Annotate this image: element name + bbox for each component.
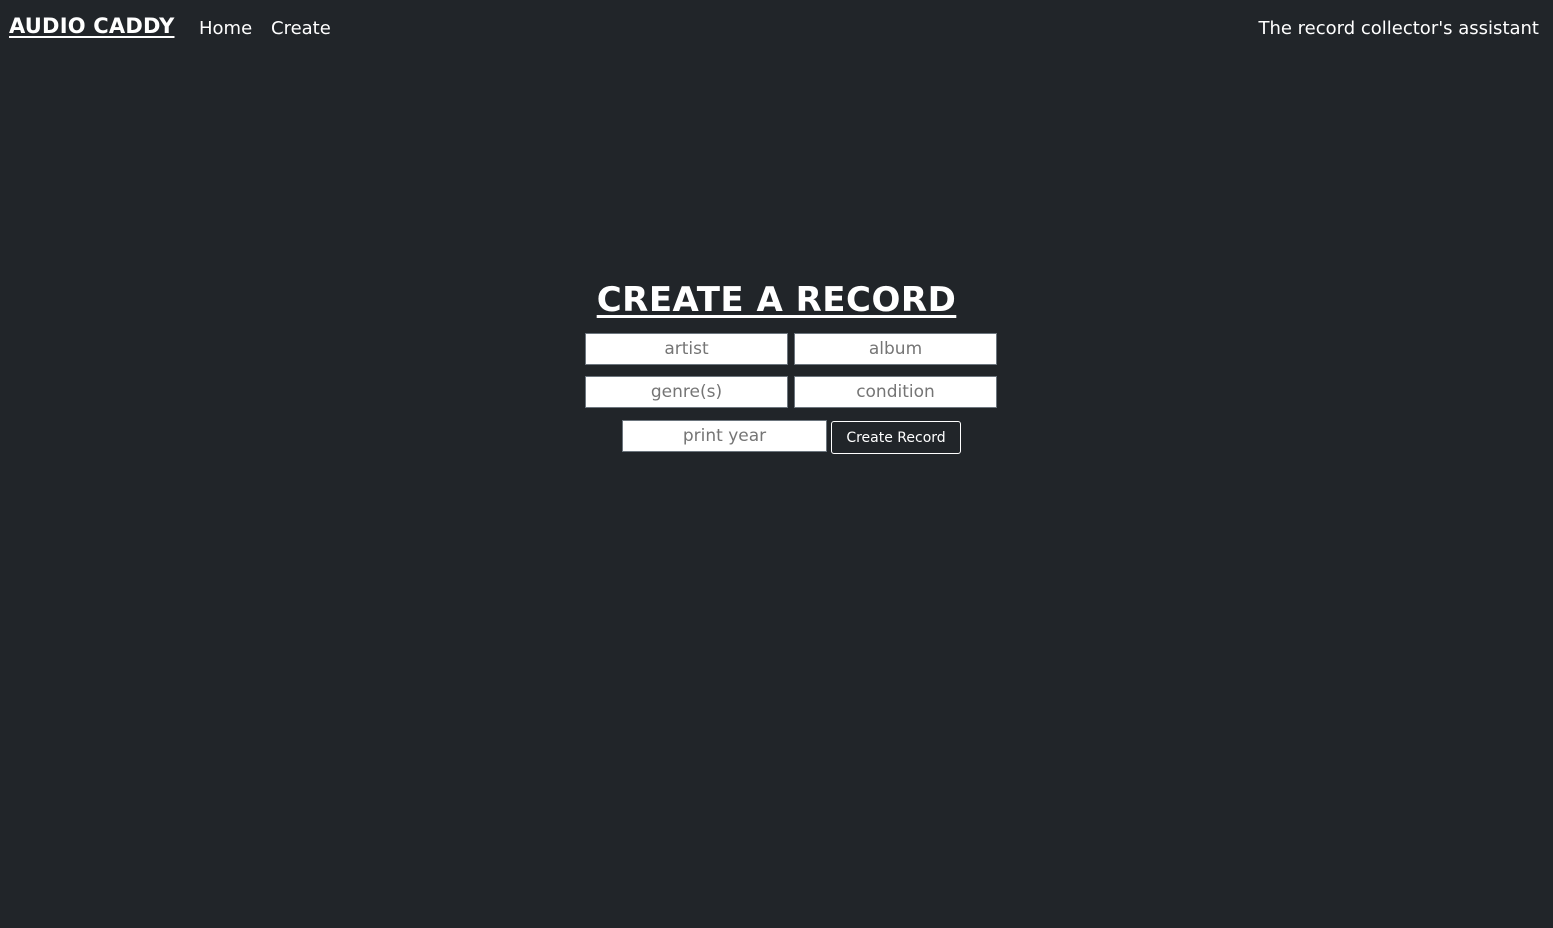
nav-link-create[interactable]: Create [271, 18, 331, 39]
brand-logo-link[interactable]: AUDIO CADDY [9, 14, 174, 38]
nav-link-home[interactable]: Home [199, 18, 252, 39]
page-title-text: CREATE A RECORD [596, 280, 957, 320]
artist-input[interactable] [585, 333, 788, 365]
print-year-input[interactable] [622, 420, 827, 452]
navbar: AUDIO CADDY Home Create The record colle… [0, 0, 1553, 58]
tagline: The record collector's assistant [1258, 18, 1539, 39]
genre-input[interactable] [585, 376, 788, 408]
condition-input[interactable] [794, 376, 997, 408]
album-input[interactable] [794, 333, 997, 365]
page-title: CREATE A RECORD [0, 279, 1553, 321]
create-record-button[interactable]: Create Record [831, 421, 961, 454]
